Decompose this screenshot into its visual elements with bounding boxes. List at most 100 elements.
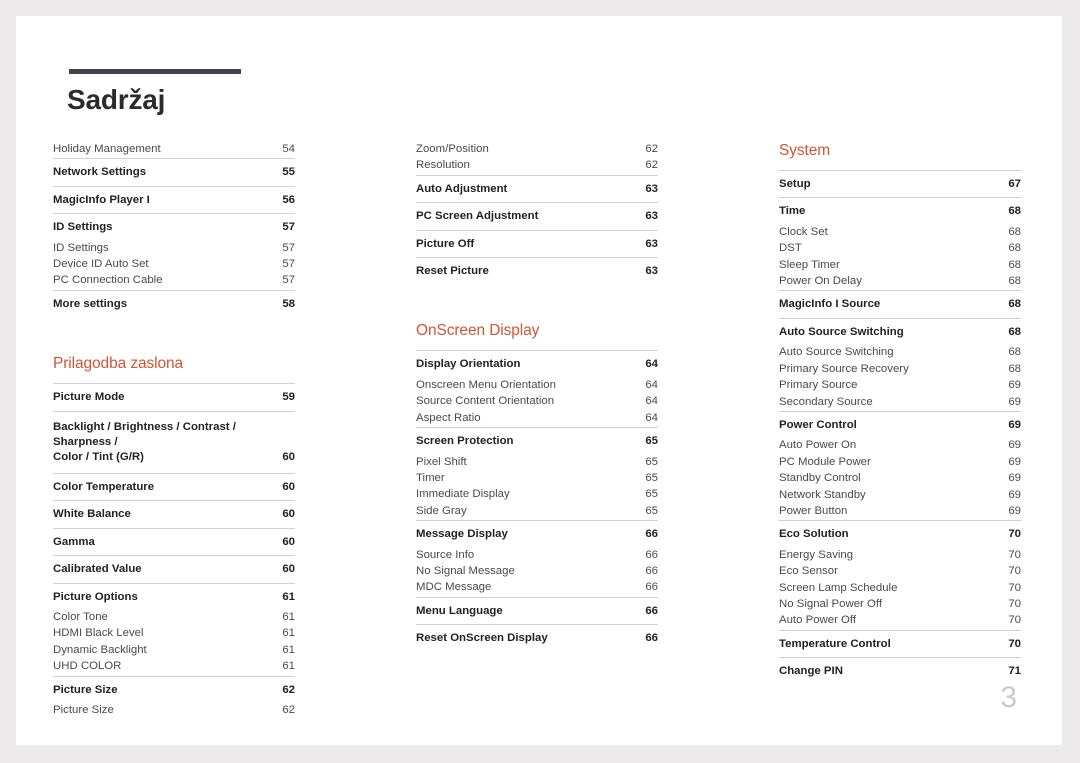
toc-entry-heading[interactable]: Message Display 66 bbox=[416, 521, 658, 547]
toc-entry-heading[interactable]: Screen Protection 65 bbox=[416, 428, 658, 454]
toc-entry-item[interactable]: PC Connection Cable 57 bbox=[53, 273, 295, 289]
toc-entry-label: Eco Sensor bbox=[779, 565, 838, 578]
toc-entry-heading[interactable]: Picture Size 62 bbox=[53, 677, 295, 703]
toc-entry-heading[interactable]: Eco Solution 70 bbox=[779, 521, 1021, 547]
toc-group: Message Display 66 Source Info 66 No Signal … bbox=[416, 520, 658, 597]
toc-entry-heading[interactable]: Time 68 bbox=[779, 198, 1021, 224]
toc-entry-item[interactable]: Secondary Source 69 bbox=[779, 395, 1021, 411]
toc-entry-item[interactable]: Dynamic Backlight 61 bbox=[53, 643, 295, 659]
toc-entry-item[interactable]: Onscreen Menu Orientation 64 bbox=[416, 378, 658, 394]
toc-entry-item[interactable]: Immediate Display 65 bbox=[416, 487, 658, 503]
toc-entry-heading[interactable]: Auto Source Switching 68 bbox=[779, 319, 1021, 345]
toc-entry-item[interactable]: Source Info 66 bbox=[416, 548, 658, 564]
toc-entry-heading[interactable]: ID Settings 57 bbox=[53, 214, 295, 240]
toc-entry-heading[interactable]: Picture Options 61 bbox=[53, 584, 295, 610]
toc-entry-item[interactable]: Picture Size 62 bbox=[53, 703, 295, 719]
toc-entry-page: 68 bbox=[1008, 258, 1021, 271]
toc-entry-item[interactable]: Clock Set 68 bbox=[779, 225, 1021, 241]
toc-entry-page: 55 bbox=[282, 166, 295, 179]
toc-entry-item[interactable]: MDC Message 66 bbox=[416, 580, 658, 596]
toc-entry-item[interactable]: Resolution 62 bbox=[416, 158, 658, 174]
toc-entry-heading[interactable]: Change PIN 71 bbox=[779, 658, 1021, 684]
toc-entry-label: Temperature Control bbox=[779, 637, 891, 650]
toc-entry-label: Clock Set bbox=[779, 225, 828, 238]
toc-entry-heading[interactable]: Calibrated Value 60 bbox=[53, 556, 295, 582]
toc-entry-heading[interactable]: Display Orientation 64 bbox=[416, 351, 658, 377]
toc-entry-heading[interactable]: Network Settings 55 bbox=[53, 159, 295, 185]
toc-entry-page: 61 bbox=[282, 627, 295, 640]
toc-group: Temperature Control 70 bbox=[779, 629, 1021, 657]
toc-entry-item[interactable]: Color Tone 61 bbox=[53, 610, 295, 626]
toc-entry-item[interactable]: HDMI Black Level 61 bbox=[53, 626, 295, 642]
toc-entry-label: Timer bbox=[416, 471, 445, 484]
toc-group: Time 68 Clock Set 68 DST 68 Sleep Timer 68 Power… bbox=[779, 197, 1021, 290]
toc-entry-item[interactable]: UHD COLOR 61 bbox=[53, 659, 295, 675]
toc-entry-item[interactable]: Timer 65 bbox=[416, 471, 658, 487]
toc-entry-heading[interactable]: Reset Picture 63 bbox=[416, 258, 658, 284]
toc-entry-heading[interactable]: Menu Language 66 bbox=[416, 598, 658, 624]
toc-entry-page: 56 bbox=[282, 193, 295, 206]
toc-entry-label: Picture Mode bbox=[53, 391, 125, 404]
toc-entry-item[interactable]: Standby Control 69 bbox=[779, 471, 1021, 487]
toc-entry-item[interactable]: Pixel Shift 65 bbox=[416, 455, 658, 471]
toc-entry-heading[interactable]: Backlight / Brightness / Contrast / Shar… bbox=[53, 412, 295, 473]
toc-entry-item[interactable]: Aspect Ratio 64 bbox=[416, 411, 658, 427]
toc-entry-heading[interactable]: Power Control 69 bbox=[779, 412, 1021, 438]
toc-entry-label: Aspect Ratio bbox=[416, 411, 481, 424]
toc-entry-page: 66 bbox=[645, 604, 658, 617]
toc-group: Color Temperature 60 bbox=[53, 472, 295, 500]
toc-entry-heading[interactable]: Setup 67 bbox=[779, 171, 1021, 197]
toc-entry-heading[interactable]: Picture Mode 59 bbox=[53, 384, 295, 410]
toc-entry-item[interactable]: No Signal Power Off 70 bbox=[779, 597, 1021, 613]
toc-entry-item[interactable]: Screen Lamp Schedule 70 bbox=[779, 581, 1021, 597]
toc-entry-heading[interactable]: White Balance 60 bbox=[53, 501, 295, 527]
toc-entry-item[interactable]: Holiday Management 54 bbox=[53, 142, 295, 158]
toc-entry-item[interactable]: Eco Sensor 70 bbox=[779, 564, 1021, 580]
toc-entry-item[interactable]: Source Content Orientation 64 bbox=[416, 394, 658, 410]
toc-entry-page: 66 bbox=[645, 564, 658, 577]
toc-entry-item[interactable]: Primary Source Recovery 68 bbox=[779, 362, 1021, 378]
toc-entry-heading[interactable]: PC Screen Adjustment 63 bbox=[416, 203, 658, 229]
toc-entry-item[interactable]: Network Standby 69 bbox=[779, 488, 1021, 504]
toc-entry-page: 69 bbox=[1008, 395, 1021, 408]
toc-entry-page: 54 bbox=[282, 143, 295, 155]
toc-entry-item[interactable]: No Signal Message 66 bbox=[416, 564, 658, 580]
toc-entry-label: PC Screen Adjustment bbox=[416, 210, 539, 223]
toc-entry-item[interactable]: Auto Power Off 70 bbox=[779, 613, 1021, 629]
toc-entry-item[interactable]: PC Module Power 69 bbox=[779, 455, 1021, 471]
toc-entry-label: Picture Size bbox=[53, 683, 118, 696]
toc-entry-item[interactable]: Auto Power On 69 bbox=[779, 438, 1021, 454]
toc-entry-item[interactable]: Power Button 69 bbox=[779, 504, 1021, 520]
toc-entry-label: Backlight / Brightness / Contrast / Shar… bbox=[53, 420, 236, 449]
toc-entry-page: 70 bbox=[1008, 581, 1021, 594]
toc-entry-label: UHD COLOR bbox=[53, 660, 122, 673]
toc-entry-label: Change PIN bbox=[779, 665, 843, 678]
toc-entry-page: 64 bbox=[645, 378, 658, 391]
toc-entry-page: 65 bbox=[645, 504, 658, 517]
toc-entry-page: 71 bbox=[1008, 665, 1021, 678]
toc-entry-heading[interactable]: Color Temperature 60 bbox=[53, 474, 295, 500]
toc-entry-item[interactable]: Primary Source 69 bbox=[779, 378, 1021, 394]
document-page: Sadržaj Holiday Management 54 Network Sett… bbox=[16, 16, 1062, 745]
toc-entry-label: Time bbox=[779, 205, 806, 218]
toc-entry-heading[interactable]: More settings 58 bbox=[53, 291, 295, 317]
toc-entry-heading[interactable]: Picture Off 63 bbox=[416, 231, 658, 257]
toc-entry-heading[interactable]: MagicInfo I Source 68 bbox=[779, 291, 1021, 317]
toc-entry-label: Menu Language bbox=[416, 604, 503, 617]
toc-entry-heading[interactable]: Temperature Control 70 bbox=[779, 631, 1021, 657]
toc-entry-item[interactable]: DST 68 bbox=[779, 241, 1021, 257]
toc-entry-item[interactable]: Side Gray 65 bbox=[416, 504, 658, 520]
toc-entry-item[interactable]: Zoom/Position 62 bbox=[416, 142, 658, 158]
toc-entry-heading[interactable]: Reset OnScreen Display 66 bbox=[416, 625, 658, 651]
toc-entry-item[interactable]: Device ID Auto Set 57 bbox=[53, 257, 295, 273]
toc-entry-item[interactable]: ID Settings 57 bbox=[53, 241, 295, 257]
toc-entry-item[interactable]: Sleep Timer 68 bbox=[779, 258, 1021, 274]
toc-entry-item[interactable]: Energy Saving 70 bbox=[779, 548, 1021, 564]
toc-entry-heading[interactable]: Auto Adjustment 63 bbox=[416, 176, 658, 202]
toc-entry-heading[interactable]: Gamma 60 bbox=[53, 529, 295, 555]
toc-entry-label: Zoom/Position bbox=[416, 143, 489, 155]
toc-entry-item[interactable]: Auto Source Switching 68 bbox=[779, 345, 1021, 361]
toc-entry-page: 66 bbox=[645, 548, 658, 561]
toc-entry-item[interactable]: Power On Delay 68 bbox=[779, 274, 1021, 290]
toc-entry-heading[interactable]: MagicInfo Player I 56 bbox=[53, 187, 295, 213]
